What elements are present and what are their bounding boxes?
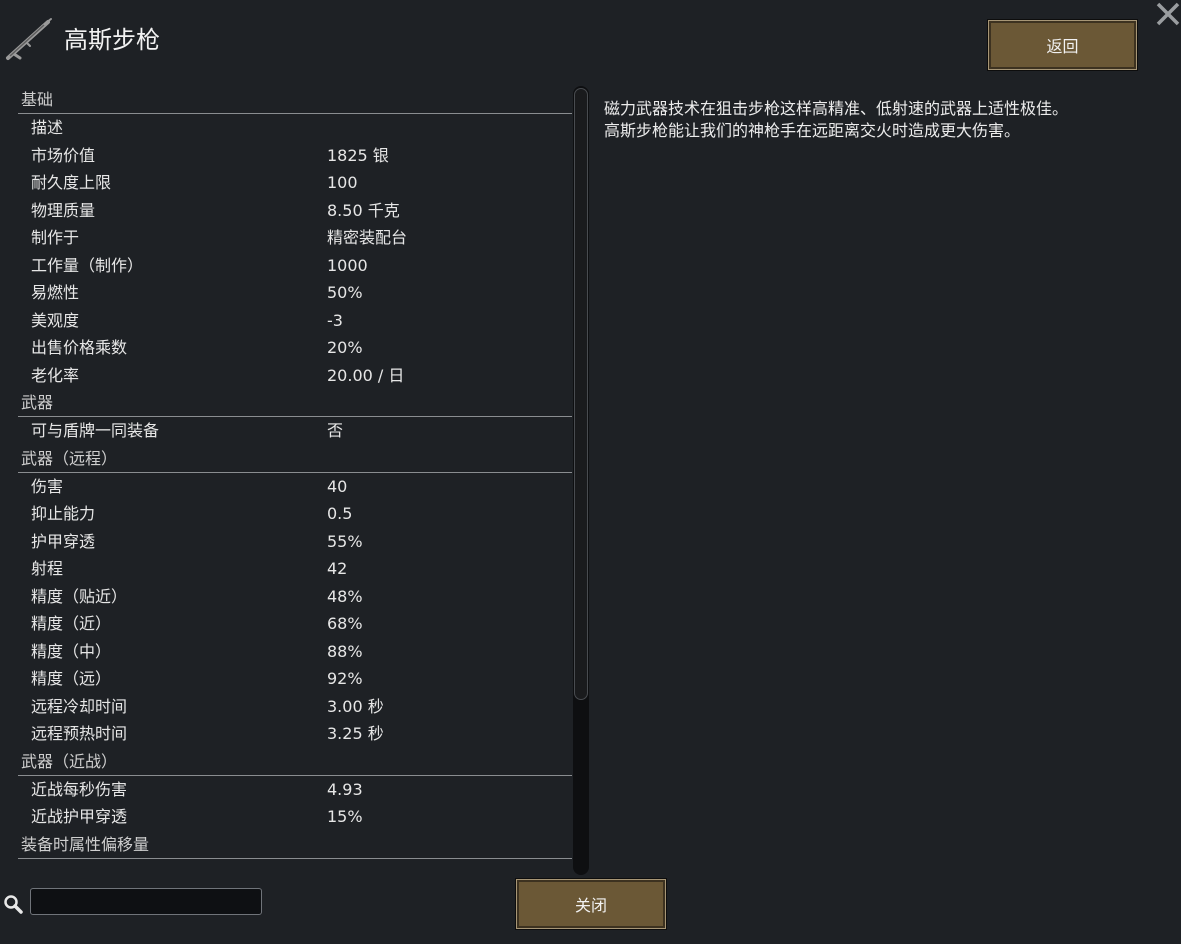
search-icon [4, 895, 23, 914]
stat-row[interactable]: 易燃性 50% [18, 279, 574, 307]
stat-label: 工作量（制作） [31, 255, 144, 275]
stat-label: 出售价格乘数 [31, 338, 128, 357]
stat-value: 92% [327, 669, 363, 688]
stat-row[interactable]: 精度（近） 68% [18, 610, 574, 638]
stat-value: 3.25 秒 [327, 724, 384, 743]
stat-value: 48% [327, 586, 363, 606]
stat-value: -3 [327, 310, 343, 330]
stat-row[interactable]: 物理质量 8.50 千克 [18, 197, 574, 225]
stat-row[interactable]: 耐久度上限 100 [18, 169, 574, 197]
stat-label: 抑止能力 [31, 504, 96, 523]
stat-label: 近战护甲穿透 [31, 807, 128, 826]
close-button[interactable]: 关闭 [516, 879, 666, 929]
stat-value: 8.50 千克 [327, 200, 400, 220]
stat-label: 射程 [31, 559, 64, 578]
stat-value: 88% [327, 641, 363, 661]
stat-row[interactable]: 射程 42 [18, 555, 574, 583]
stat-label: 易燃性 [31, 283, 80, 302]
stat-label: 伤害 [31, 476, 64, 496]
stat-value: 55% [327, 531, 363, 551]
stat-row[interactable]: 精度（贴近） 48% [18, 583, 574, 611]
category-header: 武器 [18, 389, 572, 417]
stat-value: 15% [327, 807, 363, 826]
stat-value: 100 [327, 173, 358, 192]
stat-value: 4.93 [327, 779, 363, 799]
stat-label: 耐久度上限 [31, 173, 112, 192]
stat-row[interactable]: 可与盾牌一同装备 否 [18, 417, 574, 445]
stat-row[interactable]: 老化率 20.00 / 日 [18, 362, 574, 390]
stat-label: 精度（远） [31, 669, 112, 688]
stat-label: 可与盾牌一同装备 [31, 421, 160, 440]
stat-value: 50% [327, 283, 363, 302]
stat-row[interactable]: 出售价格乘数 20% [18, 334, 574, 362]
stat-label: 美观度 [31, 310, 80, 330]
stat-value: 否 [327, 421, 344, 440]
stat-row[interactable]: 远程预热时间 3.25 秒 [18, 720, 574, 748]
scrollbar-thumb[interactable] [574, 88, 588, 700]
stat-value: 40 [327, 476, 348, 496]
stat-value: 20.00 / 日 [327, 365, 405, 385]
stat-value: 3.00 秒 [327, 696, 384, 716]
stat-row[interactable]: 抑止能力 0.5 [18, 500, 574, 528]
back-button[interactable]: 返回 [988, 20, 1137, 70]
stat-value: 0.5 [327, 504, 353, 523]
stat-label: 物理质量 [31, 200, 96, 220]
stat-label: 老化率 [31, 365, 80, 385]
search-input[interactable] [30, 888, 262, 915]
stat-label: 护甲穿透 [31, 531, 96, 551]
stat-row[interactable]: 工作量（制作） 1000 [18, 252, 574, 280]
rifle-icon [6, 18, 52, 60]
category-header: 基础 [18, 86, 572, 114]
stat-label: 描述 [31, 118, 64, 137]
stat-row[interactable]: 近战护甲穿透 15% [18, 803, 574, 831]
close-x-icon[interactable] [1154, 0, 1181, 28]
stat-label: 精度（近） [31, 614, 112, 633]
stat-label: 远程冷却时间 [31, 696, 128, 716]
stat-value: 20% [327, 338, 363, 357]
stat-row[interactable]: 护甲穿透 55% [18, 528, 574, 556]
stat-row[interactable]: 远程冷却时间 3.00 秒 [18, 693, 574, 721]
stat-value: 68% [327, 614, 363, 633]
stat-value: 精密装配台 [327, 228, 408, 247]
window-title: 高斯步枪 [64, 26, 160, 54]
stat-label: 近战每秒伤害 [31, 779, 128, 799]
stat-row[interactable]: 描述 [18, 114, 574, 142]
category-header: 武器（近战） [18, 748, 572, 776]
stat-row[interactable]: 美观度 -3 [18, 307, 574, 335]
stat-row[interactable]: 伤害 40 [18, 473, 574, 501]
category-header: 装备时属性偏移量 [18, 831, 572, 859]
stat-label: 远程预热时间 [31, 724, 128, 743]
stat-label: 市场价值 [31, 145, 96, 165]
stat-row[interactable]: 近战每秒伤害 4.93 [18, 776, 574, 804]
stat-row[interactable]: 精度（中） 88% [18, 638, 574, 666]
stat-value: 1000 [327, 255, 368, 275]
stat-label: 精度（中） [31, 641, 112, 661]
stat-row[interactable]: 精度（远） 92% [18, 665, 574, 693]
stat-row[interactable]: 市场价值 1825 银 [18, 142, 574, 170]
stats-list: 基础描述市场价值 1825 银耐久度上限 100 物理质量 8.50 千克制作于 精密装配… [18, 86, 574, 872]
stat-row[interactable]: 制作于 精密装配台 [18, 224, 574, 252]
stat-value: 42 [327, 559, 348, 578]
stat-label: 精度（贴近） [31, 586, 128, 606]
item-description: 磁力武器技术在狙击步枪这样高精准、低射速的武器上适性极佳。 高斯步枪能让我们的神… [604, 99, 1069, 140]
scrollbar[interactable] [573, 86, 589, 875]
category-header: 武器（远程） [18, 445, 572, 473]
stat-value: 1825 银 [327, 145, 389, 165]
stat-label: 制作于 [31, 228, 80, 247]
